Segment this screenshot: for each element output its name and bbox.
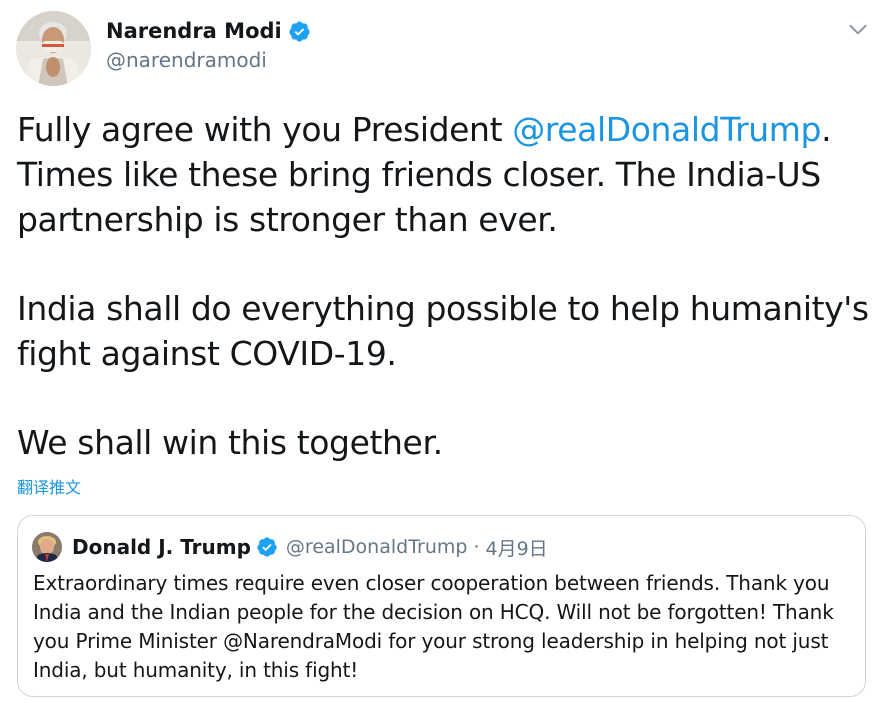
avatar-image xyxy=(32,532,62,562)
tweet-paragraph-2: India shall do everything possible to he… xyxy=(17,289,869,373)
tweet-text: Fully agree with you President @realDona… xyxy=(17,107,877,465)
tweet-card: Narendra Modi @narendramodi Fully agree … xyxy=(0,0,893,703)
avatar-image xyxy=(16,11,91,86)
tweet-text-segment: Fully agree with you President xyxy=(17,110,513,149)
author-name[interactable]: Narendra Modi xyxy=(106,16,311,46)
chevron-down-icon[interactable] xyxy=(845,16,871,42)
verified-badge-icon xyxy=(257,537,277,557)
author-handle[interactable]: @narendramodi xyxy=(106,46,267,74)
quoted-tweet-date: 4月9日 xyxy=(485,537,548,560)
mention-link[interactable]: @realDonaldTrump xyxy=(512,110,821,149)
author-name-text[interactable]: Narendra Modi xyxy=(106,16,282,46)
verified-badge-icon xyxy=(289,20,310,42)
author-avatar[interactable] xyxy=(16,11,91,86)
quoted-author-avatar[interactable] xyxy=(32,532,62,562)
tweet-paragraph-3: We shall win this together. xyxy=(17,423,443,462)
quoted-author-name: Donald J. Trump xyxy=(72,535,251,559)
header-separator: · xyxy=(473,536,480,558)
tweet-paragraph-1: Fully agree with you President @realDona… xyxy=(17,107,877,242)
quoted-tweet-header: Donald J. Trump @realDonaldTrump · 4月9日 xyxy=(72,532,548,562)
translate-tweet-link[interactable]: 翻译推文 xyxy=(17,476,81,500)
quoted-tweet[interactable]: Donald J. Trump @realDonaldTrump · 4月9日 … xyxy=(17,515,866,697)
quoted-tweet-text: Extraordinary times require even closer … xyxy=(33,571,834,682)
quoted-author-handle: @realDonaldTrump xyxy=(285,536,468,558)
